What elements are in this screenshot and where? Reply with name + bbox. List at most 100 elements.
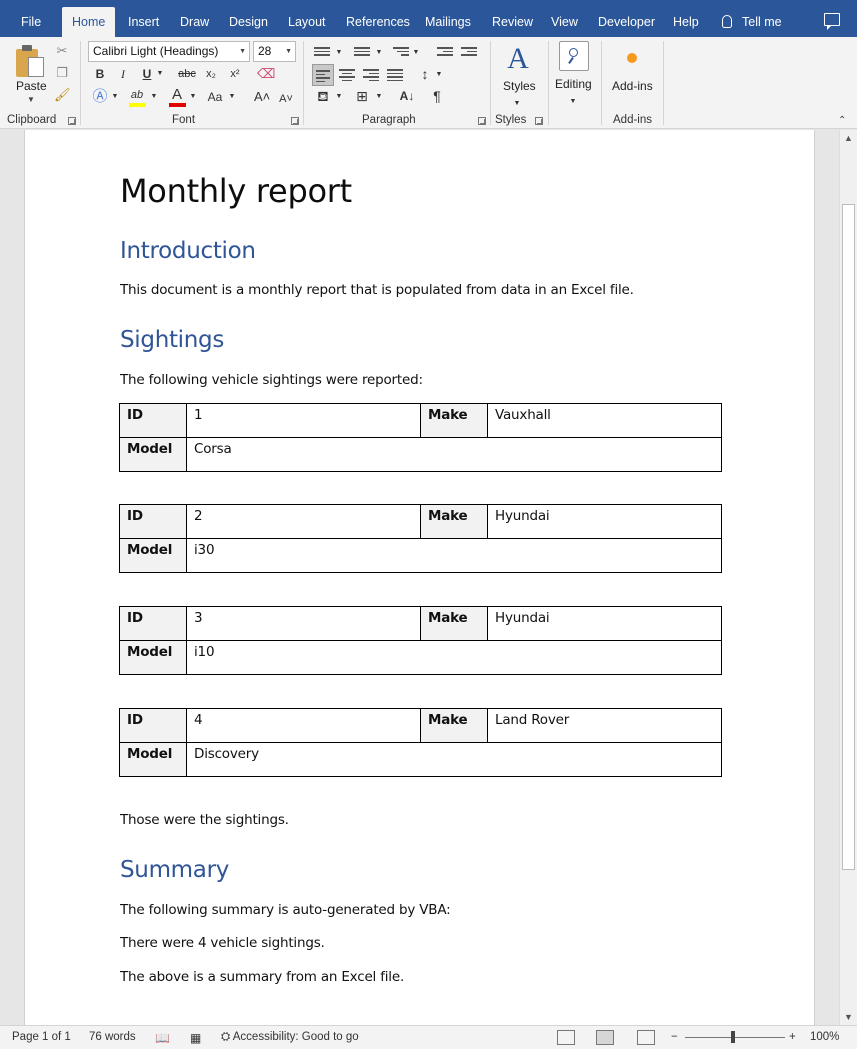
text-effects-icon[interactable]: Ⓐ	[92, 88, 108, 106]
zoom-level[interactable]: 100%	[810, 1031, 839, 1043]
shrink-font-button[interactable]: A˅	[279, 90, 293, 108]
superscript-button[interactable]: x²	[227, 65, 243, 83]
paste-dropdown-arrow[interactable]: ▼	[27, 95, 35, 104]
addins-button-label[interactable]: Add-ins	[612, 79, 653, 93]
zoom-out-button[interactable]: −	[671, 1031, 678, 1043]
make-value-cell[interactable]: Hyundai	[487, 606, 722, 641]
align-right-icon[interactable]	[363, 67, 379, 81]
tab-design[interactable]: Design	[229, 7, 268, 37]
scroll-down-icon[interactable]: ▼	[844, 1012, 853, 1022]
tab-file[interactable]: File	[21, 7, 41, 37]
grow-font-button[interactable]: A˄	[254, 88, 270, 106]
line-spacing-icon[interactable]: ↕	[416, 65, 434, 83]
styles-launcher-icon[interactable]	[535, 117, 543, 125]
make-label-cell[interactable]: Make	[420, 708, 488, 743]
strikethrough-button[interactable]: abc	[176, 65, 198, 83]
model-value-cell[interactable]: i10	[186, 640, 722, 675]
zoom-slider[interactable]	[685, 1037, 785, 1038]
read-mode-icon[interactable]	[557, 1030, 575, 1045]
heading-summary[interactable]: Summary	[120, 857, 229, 883]
addins-icon[interactable]	[627, 53, 637, 63]
make-label-cell[interactable]: Make	[420, 606, 488, 641]
paragraph-launcher-icon[interactable]	[478, 117, 486, 125]
sightings-intro-paragraph[interactable]: The following vehicle sightings were rep…	[120, 372, 423, 388]
make-label-cell[interactable]: Make	[420, 403, 488, 438]
model-label-cell[interactable]: Model	[119, 538, 187, 573]
id-value-cell[interactable]: 3	[186, 606, 421, 641]
increase-indent-icon[interactable]	[461, 45, 477, 59]
format-painter-icon[interactable]: 🖌	[54, 87, 71, 103]
make-label-cell[interactable]: Make	[420, 504, 488, 539]
bold-button[interactable]: B	[93, 65, 107, 83]
make-value-cell[interactable]: Vauxhall	[487, 403, 722, 438]
tab-mailings[interactable]: Mailings	[425, 7, 471, 37]
tab-review[interactable]: Review	[492, 7, 533, 37]
make-value-cell[interactable]: Land Rover	[487, 708, 722, 743]
font-name-dropdown[interactable]: Calibri Light (Headings) ▼	[88, 41, 250, 62]
highlight-icon[interactable]: ab	[128, 86, 146, 104]
id-value-cell[interactable]: 4	[186, 708, 421, 743]
zoom-in-button[interactable]: +	[789, 1031, 796, 1043]
macro-recording-icon[interactable]: ▦	[190, 1031, 201, 1045]
tab-references[interactable]: References	[346, 7, 410, 37]
model-value-cell[interactable]: i30	[186, 538, 722, 573]
editing-icon[interactable]	[559, 41, 589, 71]
id-label-cell[interactable]: ID	[119, 708, 187, 743]
change-case-button[interactable]: Aa	[206, 88, 224, 106]
styles-button-label[interactable]: Styles	[503, 79, 536, 93]
font-launcher-icon[interactable]	[291, 117, 299, 125]
heading-sightings[interactable]: Sightings	[120, 327, 224, 353]
font-color-icon[interactable]: A	[168, 86, 186, 104]
summary-paragraph-1[interactable]: The following summary is auto-generated …	[120, 902, 451, 918]
underline-dropdown-arrow[interactable]: ▼	[155, 65, 165, 83]
paste-icon[interactable]	[16, 45, 46, 79]
subscript-button[interactable]: x₂	[203, 65, 219, 83]
align-center-icon[interactable]	[339, 67, 355, 81]
model-label-cell[interactable]: Model	[119, 640, 187, 675]
intro-paragraph[interactable]: This document is a monthly report that i…	[120, 282, 634, 298]
decrease-indent-icon[interactable]	[437, 45, 453, 59]
editing-button-label[interactable]: Editing	[555, 77, 592, 91]
tab-layout[interactable]: Layout	[288, 7, 326, 37]
make-value-cell[interactable]: Hyundai	[487, 504, 722, 539]
tab-home[interactable]: Home	[62, 7, 116, 37]
heading-introduction[interactable]: Introduction	[120, 238, 256, 264]
id-label-cell[interactable]: ID	[119, 403, 187, 438]
print-layout-icon[interactable]	[596, 1030, 614, 1045]
show-formatting-button[interactable]: ¶	[429, 87, 445, 105]
accessibility-status[interactable]: ⛭ Accessibility: Good to go	[221, 1031, 359, 1044]
tab-view[interactable]: View	[551, 7, 578, 37]
comments-icon[interactable]	[824, 13, 840, 30]
id-value-cell[interactable]: 1	[186, 403, 421, 438]
shading-icon[interactable]: ⛾	[313, 87, 333, 105]
cut-icon[interactable]: ✂	[54, 43, 70, 59]
summary-paragraph-2[interactable]: There were 4 vehicle sightings.	[120, 935, 325, 951]
multilevel-list-icon[interactable]	[393, 45, 409, 59]
tab-insert[interactable]: Insert	[128, 7, 159, 37]
model-label-cell[interactable]: Model	[119, 742, 187, 777]
web-layout-icon[interactable]	[637, 1030, 655, 1045]
font-size-dropdown[interactable]: 28 ▼	[253, 41, 296, 62]
underline-button[interactable]: U	[140, 65, 154, 83]
model-label-cell[interactable]: Model	[119, 437, 187, 472]
tab-help[interactable]: Help	[673, 7, 699, 37]
scrollbar-thumb[interactable]	[842, 204, 855, 870]
sightings-outro-paragraph[interactable]: Those were the sightings.	[120, 812, 289, 828]
align-left-button[interactable]	[312, 64, 334, 86]
paste-button-label[interactable]: Paste	[16, 79, 47, 93]
scroll-up-icon[interactable]: ▲	[844, 133, 853, 143]
borders-icon[interactable]: ⊞	[353, 87, 371, 105]
doc-title[interactable]: Monthly report	[120, 172, 352, 210]
proofing-icon[interactable]: 📖	[155, 1031, 170, 1045]
tab-developer[interactable]: Developer	[598, 7, 655, 37]
italic-button[interactable]: I	[116, 65, 130, 83]
page-count[interactable]: Page 1 of 1	[12, 1031, 71, 1043]
model-value-cell[interactable]: Corsa	[186, 437, 722, 472]
model-value-cell[interactable]: Discovery	[186, 742, 722, 777]
clear-formatting-icon[interactable]: ⌫	[257, 66, 275, 82]
document-page[interactable]: Monthly report Introduction This documen…	[24, 130, 815, 1025]
id-label-cell[interactable]: ID	[119, 504, 187, 539]
copy-icon[interactable]: ❐	[54, 65, 70, 81]
tab-draw[interactable]: Draw	[180, 7, 209, 37]
clipboard-launcher-icon[interactable]	[68, 117, 76, 125]
